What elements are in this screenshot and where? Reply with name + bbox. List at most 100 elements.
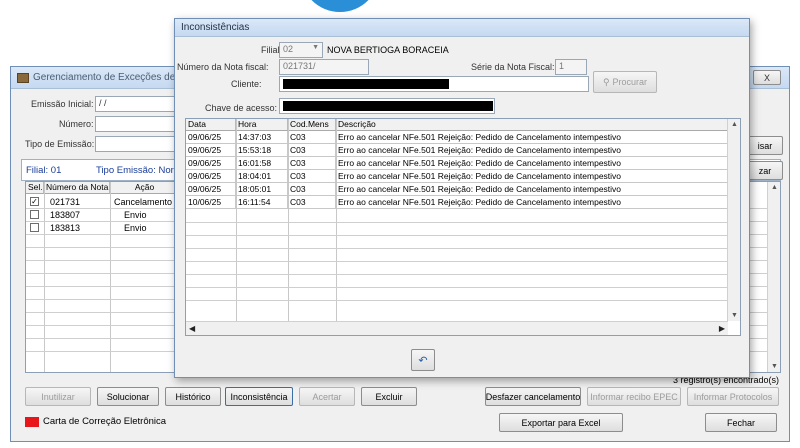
serie-label: Série da Nota Fiscal: bbox=[471, 62, 555, 72]
row-numero: 183813 bbox=[50, 223, 81, 233]
chave-acesso-label: Chave de acesso: bbox=[205, 103, 278, 113]
col-header-descricao: Descrição bbox=[336, 119, 728, 131]
emissao-inicial-label: Emissão Inicial: bbox=[31, 99, 94, 109]
inconsistencias-titlebar: Inconsistências bbox=[175, 19, 749, 37]
informar-protocolos-button[interactable]: Informar Protocolos bbox=[687, 387, 779, 406]
row-acao: Envio bbox=[124, 223, 147, 233]
scroll-left-icon[interactable]: ◀ bbox=[189, 324, 195, 333]
row-cod-mens: C03 bbox=[288, 144, 336, 157]
scroll-down-icon[interactable]: ▼ bbox=[771, 363, 778, 370]
tipo-emissao-field[interactable] bbox=[95, 136, 175, 152]
row-hora: 18:04:01 bbox=[236, 170, 288, 183]
scroll-up-icon[interactable]: ▲ bbox=[771, 184, 778, 191]
row-hora: 14:37:03 bbox=[236, 131, 288, 144]
row-cod-mens: C03 bbox=[288, 131, 336, 144]
col-header-acao: Ação bbox=[110, 182, 180, 194]
filial-text: Filial: 01 bbox=[26, 165, 62, 176]
inconsistencias-title: Inconsistências bbox=[181, 22, 250, 33]
procurar-label: Procurar bbox=[612, 77, 648, 87]
legend-swatch bbox=[25, 417, 39, 427]
col-header-cod-mens: Cod.Mens bbox=[288, 119, 336, 131]
emissao-inicial-field[interactable]: / / bbox=[95, 96, 175, 112]
inconsistencia-button[interactable]: Inconsistência bbox=[225, 387, 293, 406]
numero-nota-label: Número da Nota fiscal: bbox=[177, 62, 269, 72]
dialog-filial-code: 02 bbox=[283, 44, 294, 54]
procurar-button[interactable]: ⚲ Procurar bbox=[593, 71, 657, 93]
row-hora: 15:53:18 bbox=[236, 144, 288, 157]
col-header-hora: Hora bbox=[236, 119, 288, 131]
col-header-sel: Sel. bbox=[26, 182, 44, 194]
row-descricao: Erro ao cancelar NFe.501 Rejeição: Pedid… bbox=[336, 131, 728, 144]
row-hora: 18:05:01 bbox=[236, 183, 288, 196]
col-header-numero: Número da Nota bbox=[44, 182, 110, 194]
row-descricao: Erro ao cancelar NFe.501 Rejeição: Pedid… bbox=[336, 183, 728, 196]
excluir-button[interactable]: Excluir bbox=[361, 387, 417, 406]
close-icon: X bbox=[763, 72, 770, 83]
row-cod-mens: C03 bbox=[288, 196, 336, 209]
row-acao: Envio bbox=[124, 210, 147, 220]
row-hora: 16:11:54 bbox=[236, 196, 288, 209]
atualizar-button-label: zar bbox=[758, 165, 772, 176]
col-header-data: Data bbox=[186, 119, 236, 131]
row-checkbox[interactable] bbox=[30, 210, 39, 219]
row-cod-mens: C03 bbox=[288, 170, 336, 183]
row-data: 09/06/25 bbox=[186, 170, 236, 183]
dialog-vertical-scrollbar[interactable]: ▲ ▼ bbox=[727, 119, 740, 321]
app-icon bbox=[17, 72, 29, 83]
tipo-emissao-label: Tipo de Emissão: bbox=[25, 139, 95, 149]
cliente-label: Cliente: bbox=[231, 79, 262, 89]
numero-nota-field[interactable]: 021731/ bbox=[279, 59, 369, 75]
scroll-right-icon[interactable]: ▶ bbox=[719, 324, 725, 333]
dialog-horizontal-scrollbar[interactable]: ◀ ▶ bbox=[186, 321, 728, 335]
tipo-emissao-text: Tipo Emissão: Norm bbox=[96, 165, 182, 176]
legend-label: Carta de Correção Eletrônica bbox=[43, 416, 167, 427]
binoculars-icon: ⚲ bbox=[602, 76, 610, 87]
solucionar-button[interactable]: Solucionar bbox=[97, 387, 159, 406]
pesquisar-button[interactable]: isar bbox=[747, 136, 783, 155]
grid-vertical-scrollbar[interactable]: ▲ ▼ bbox=[767, 182, 780, 372]
row-checkbox[interactable] bbox=[30, 223, 39, 232]
row-data: 09/06/25 bbox=[186, 157, 236, 170]
pesquisar-button-label: isar bbox=[757, 140, 773, 151]
decorative-circle bbox=[300, 0, 380, 12]
inconsistencias-grid: Data Hora Cod.Mens Descrição 09/06/25 14… bbox=[185, 118, 741, 336]
scroll-up-icon[interactable]: ▲ bbox=[731, 121, 738, 128]
inutilizar-button[interactable]: Inutilizar bbox=[25, 387, 91, 406]
row-cod-mens: C03 bbox=[288, 183, 336, 196]
chave-acesso-redaction bbox=[283, 101, 493, 111]
chevron-down-icon[interactable]: ▼ bbox=[312, 44, 319, 51]
row-data: 10/06/25 bbox=[186, 196, 236, 209]
desfazer-cancelamento-button[interactable]: Desfazer cancelamento bbox=[485, 387, 581, 406]
row-descricao: Erro ao cancelar NFe.501 Rejeição: Pedid… bbox=[336, 170, 728, 183]
row-descricao: Erro ao cancelar NFe.501 Rejeição: Pedid… bbox=[336, 196, 728, 209]
row-cod-mens: C03 bbox=[288, 157, 336, 170]
exceptions-manager-title: Gerenciamento de Exceções de N bbox=[33, 72, 186, 83]
row-checkbox[interactable]: ✓ bbox=[30, 197, 39, 206]
row-data: 09/06/25 bbox=[186, 183, 236, 196]
serie-field[interactable]: 1 bbox=[555, 59, 587, 75]
dialog-filial-select[interactable]: 02 ▼ bbox=[279, 42, 323, 58]
row-hora: 16:01:58 bbox=[236, 157, 288, 170]
numero-field[interactable] bbox=[95, 116, 175, 132]
close-button[interactable]: X bbox=[753, 70, 781, 85]
row-data: 09/06/25 bbox=[186, 131, 236, 144]
row-data: 09/06/25 bbox=[186, 144, 236, 157]
return-button[interactable]: ↶ bbox=[411, 349, 435, 371]
scroll-down-icon[interactable]: ▼ bbox=[731, 312, 738, 319]
acertar-button[interactable]: Acertar bbox=[299, 387, 355, 406]
row-numero: 021731 bbox=[50, 197, 81, 207]
row-acao: Cancelamento bbox=[114, 197, 173, 207]
inconsistencias-dialog: Inconsistências Filial: 02 ▼ NOVA BERTIO… bbox=[174, 18, 750, 378]
informar-recibo-epec-button[interactable]: Informar recibo EPEC bbox=[587, 387, 681, 406]
return-icon: ↶ bbox=[418, 354, 428, 367]
row-descricao: Erro ao cancelar NFe.501 Rejeição: Pedid… bbox=[336, 157, 728, 170]
atualizar-button[interactable]: zar bbox=[747, 161, 783, 180]
fechar-button[interactable]: Fechar bbox=[705, 413, 777, 432]
dialog-filial-name: NOVA BERTIOGA BORACEIA bbox=[327, 45, 449, 55]
historico-button[interactable]: Histórico bbox=[165, 387, 221, 406]
cliente-redaction bbox=[283, 79, 449, 89]
row-numero: 183807 bbox=[50, 210, 81, 220]
exportar-excel-button[interactable]: Exportar para Excel bbox=[499, 413, 623, 432]
row-descricao: Erro ao cancelar NFe.501 Rejeição: Pedid… bbox=[336, 144, 728, 157]
numero-label: Número: bbox=[59, 119, 94, 129]
